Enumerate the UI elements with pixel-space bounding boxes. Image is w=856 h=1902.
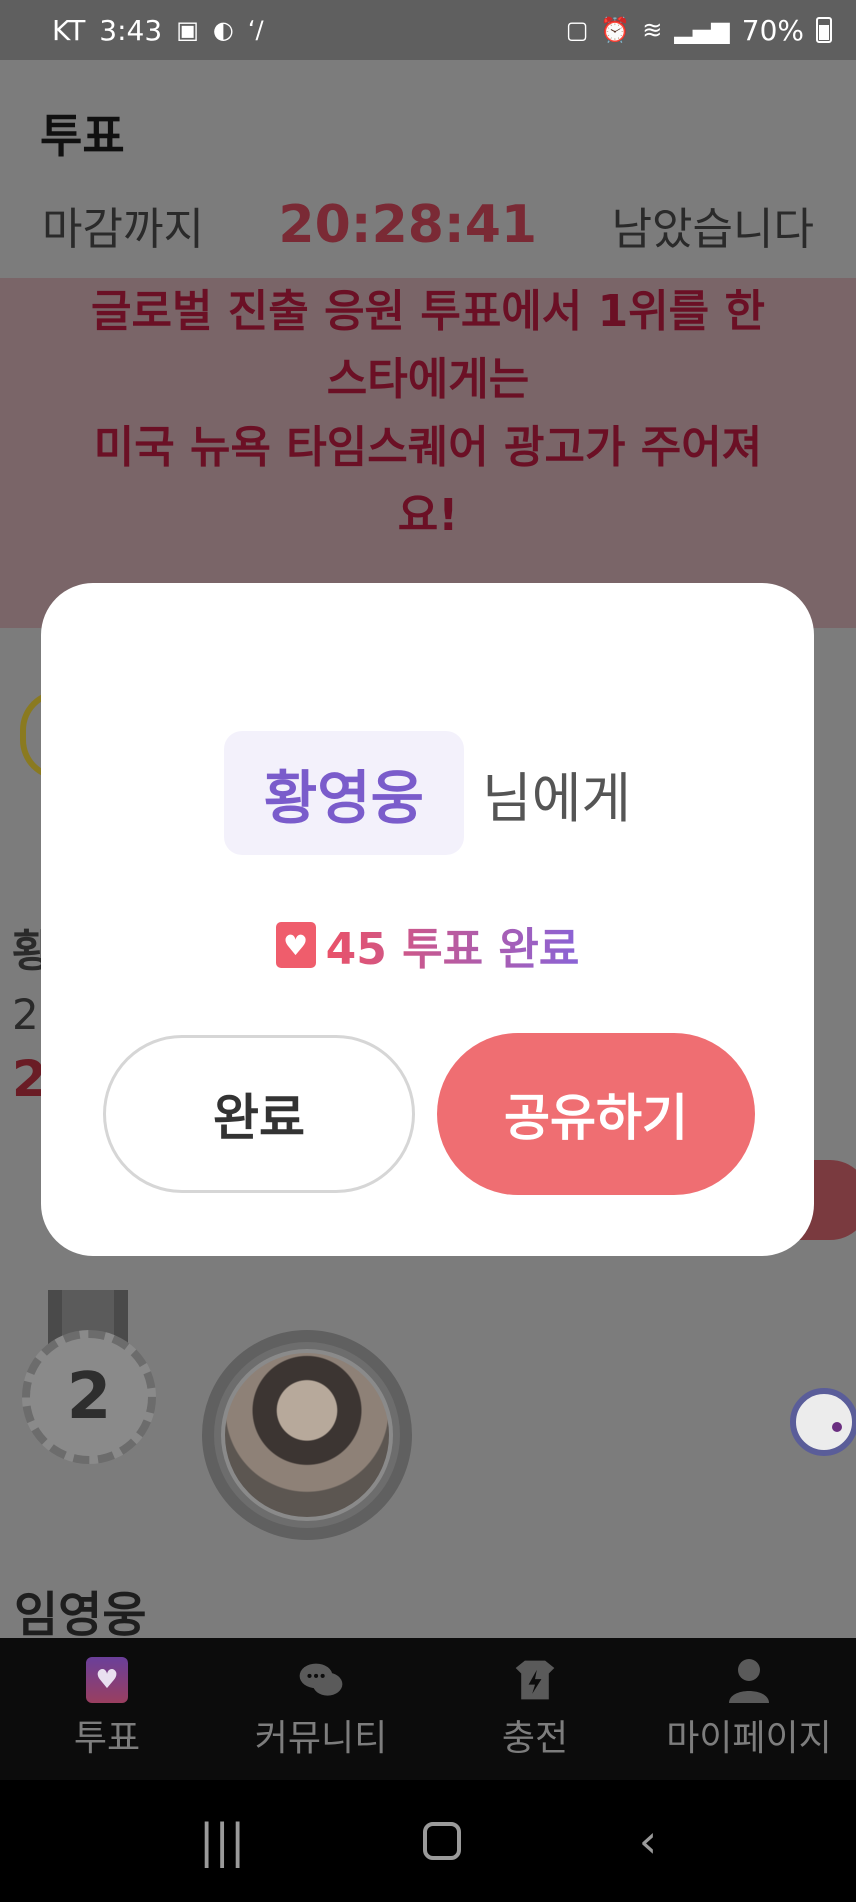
battery-percent: 70% [741,13,804,47]
deadline-label: 마감까지 [42,203,204,255]
notice-line: 글로벌 진출 응원 투표에서 1위를 한 [91,286,765,337]
nav-label: 투표 [73,1718,141,1759]
nav-item-community[interactable]: 커뮤니티 [214,1638,428,1780]
vote-complete-dialog: 황영웅 님에게 ♥ 45 투표 완료 완료 공유하기 [41,583,814,1256]
lock-icon: ▢ [565,16,589,44]
vote-heart-icon: ♥ [84,1657,130,1703]
floating-chat-bubble[interactable] [790,1388,856,1456]
done-button[interactable]: 완료 [103,1035,415,1193]
bottom-nav: ♥ 투표 커뮤니티 충전 마이페이지 [0,1638,856,1780]
recent-apps-icon[interactable]: ||| [199,1814,246,1868]
nav-label: 마이페이지 [666,1718,832,1759]
notice-line: 스타에게는 [326,354,530,405]
deadline-timer: 20:28:41 [278,194,538,255]
page-header: 투표 [0,60,856,170]
recipient-suffix: 님에게 [482,766,632,830]
notification-icon: ʻ/ [247,16,264,44]
heart-icon: ♥ [275,922,316,968]
recipient-name: 황영웅 [223,731,465,855]
share-button[interactable]: 공유하기 [437,1033,755,1195]
gallery-icon: ▣ [176,16,199,44]
rank-2-badge: 2 [22,1330,156,1464]
rank-2-number: 2 [66,1360,112,1434]
status-bar: KT 3:43 ▣ ◐ ʻ/ ▢ ⏰ ≋ ▂▄▆ 70% [0,0,856,60]
deadline-bar: 마감까지 20:28:41 남았습니다 [0,170,856,280]
person-icon [726,1657,772,1703]
avatar [221,1349,393,1521]
notice-banner: 글로벌 진출 응원 투표에서 1위를 한 스타에게는 미국 뉴욕 타임스퀘어 광… [0,278,856,628]
nav-item-charge[interactable]: 충전 [428,1638,642,1780]
alarm-icon: ⏰ [600,16,631,44]
deadline-suffix: 남았습니다 [611,203,814,255]
carrier-label: KT [52,13,86,47]
notice-line: 미국 뉴욕 타임스퀘어 광고가 주어져 [93,422,763,473]
page-title: 투표 [40,109,125,163]
signal-icon: ▂▄▆ [674,16,730,44]
nav-item-vote[interactable]: ♥ 투표 [0,1638,214,1780]
battery-icon [816,17,832,43]
wifi-icon: ≋ [642,16,663,44]
chat-bubbles-icon [298,1657,344,1703]
back-icon[interactable]: ‹ [639,1814,657,1868]
nav-label: 커뮤니티 [254,1718,388,1759]
notice-line: 요! [397,490,459,541]
second-place-avatar-ring[interactable] [202,1330,412,1540]
nav-item-mypage[interactable]: 마이페이지 [642,1638,856,1780]
charge-shop-icon [512,1657,558,1703]
home-icon[interactable] [423,1822,462,1860]
nav-label: 충전 [501,1718,569,1759]
vote-result-text: 45 투표 완료 [326,913,580,977]
second-place-name: 임영웅 [14,1587,147,1643]
clock: 3:43 [99,13,163,47]
vote-result: ♥ 45 투표 완료 [41,913,814,977]
first-place-sub: 2 [12,990,39,1039]
system-nav-bar: ||| ‹ [0,1780,856,1902]
app-notification-icon: ◐ [212,16,234,44]
recipient-row: 황영웅 님에게 [41,731,814,855]
